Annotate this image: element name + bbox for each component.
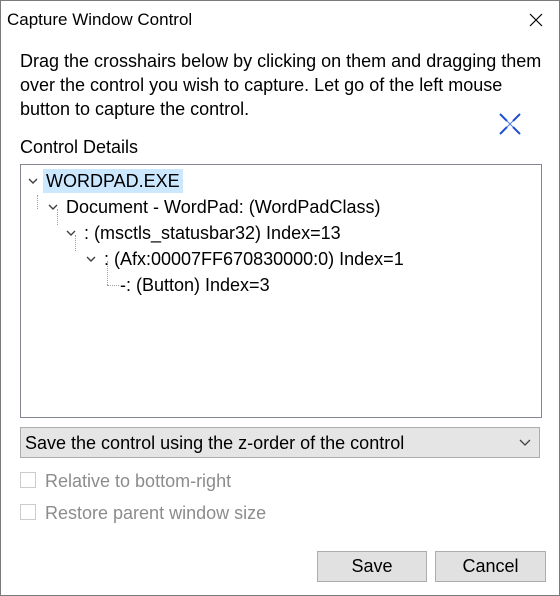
control-details-label: Control Details bbox=[20, 137, 139, 157]
chevron-down-icon[interactable] bbox=[65, 227, 77, 239]
relative-bottom-right-checkbox[interactable] bbox=[20, 472, 36, 488]
tree-connector bbox=[37, 195, 38, 209]
tree-node-label: : (msctls_statusbar32) Index=13 bbox=[84, 223, 341, 243]
chevron-down-icon[interactable] bbox=[27, 175, 39, 187]
relative-bottom-right-label: Relative to bottom-right bbox=[45, 471, 232, 491]
tree-node-statusbar[interactable]: : (msctls_statusbar32) Index=13 bbox=[65, 221, 344, 245]
tree-node-label: WORDPAD.EXE bbox=[43, 169, 183, 193]
relative-bottom-right-option[interactable]: Relative to bottom-right bbox=[20, 469, 320, 493]
tree-node-afx[interactable]: : (Afx:00007FF670830000:0) Index=1 bbox=[85, 247, 407, 271]
save-button[interactable]: Save bbox=[317, 551, 427, 582]
save-mode-selected: Save the control using the z-order of th… bbox=[25, 433, 405, 453]
tree-node-document[interactable]: Document - WordPad: (WordPadClass) bbox=[47, 195, 383, 219]
chevron-down-icon bbox=[519, 439, 531, 446]
tree-node-wordpad-exe[interactable]: WORDPAD.EXE bbox=[27, 169, 183, 193]
crosshair-icon[interactable] bbox=[497, 111, 523, 137]
tree-node-label: Document - WordPad: (WordPadClass) bbox=[66, 197, 381, 217]
restore-parent-size-checkbox[interactable] bbox=[20, 504, 36, 520]
restore-parent-size-option[interactable]: Restore parent window size bbox=[20, 501, 340, 525]
tree-node-label: -: (Button) Index=3 bbox=[120, 275, 270, 295]
chevron-down-icon[interactable] bbox=[85, 253, 97, 265]
instructions-text: Drag the crosshairs below by clicking on… bbox=[20, 51, 542, 119]
tree-node-label: : (Afx:00007FF670830000:0) Index=1 bbox=[104, 249, 404, 269]
cancel-button[interactable]: Cancel bbox=[435, 551, 546, 582]
restore-parent-size-label: Restore parent window size bbox=[45, 503, 267, 523]
chevron-down-icon[interactable] bbox=[47, 201, 59, 213]
save-mode-dropdown[interactable]: Save the control using the z-order of th… bbox=[20, 427, 540, 458]
close-button[interactable] bbox=[513, 1, 559, 39]
control-tree[interactable]: WORDPAD.EXE Document - WordPad: (WordPad… bbox=[20, 164, 542, 418]
title-bar: Capture Window Control bbox=[1, 1, 559, 39]
tree-node-button[interactable]: -: (Button) Index=3 bbox=[117, 273, 273, 297]
capture-window-dialog: Capture Window Control Drag the crosshai… bbox=[0, 0, 560, 596]
window-title: Capture Window Control bbox=[7, 10, 193, 29]
close-icon bbox=[529, 13, 543, 27]
